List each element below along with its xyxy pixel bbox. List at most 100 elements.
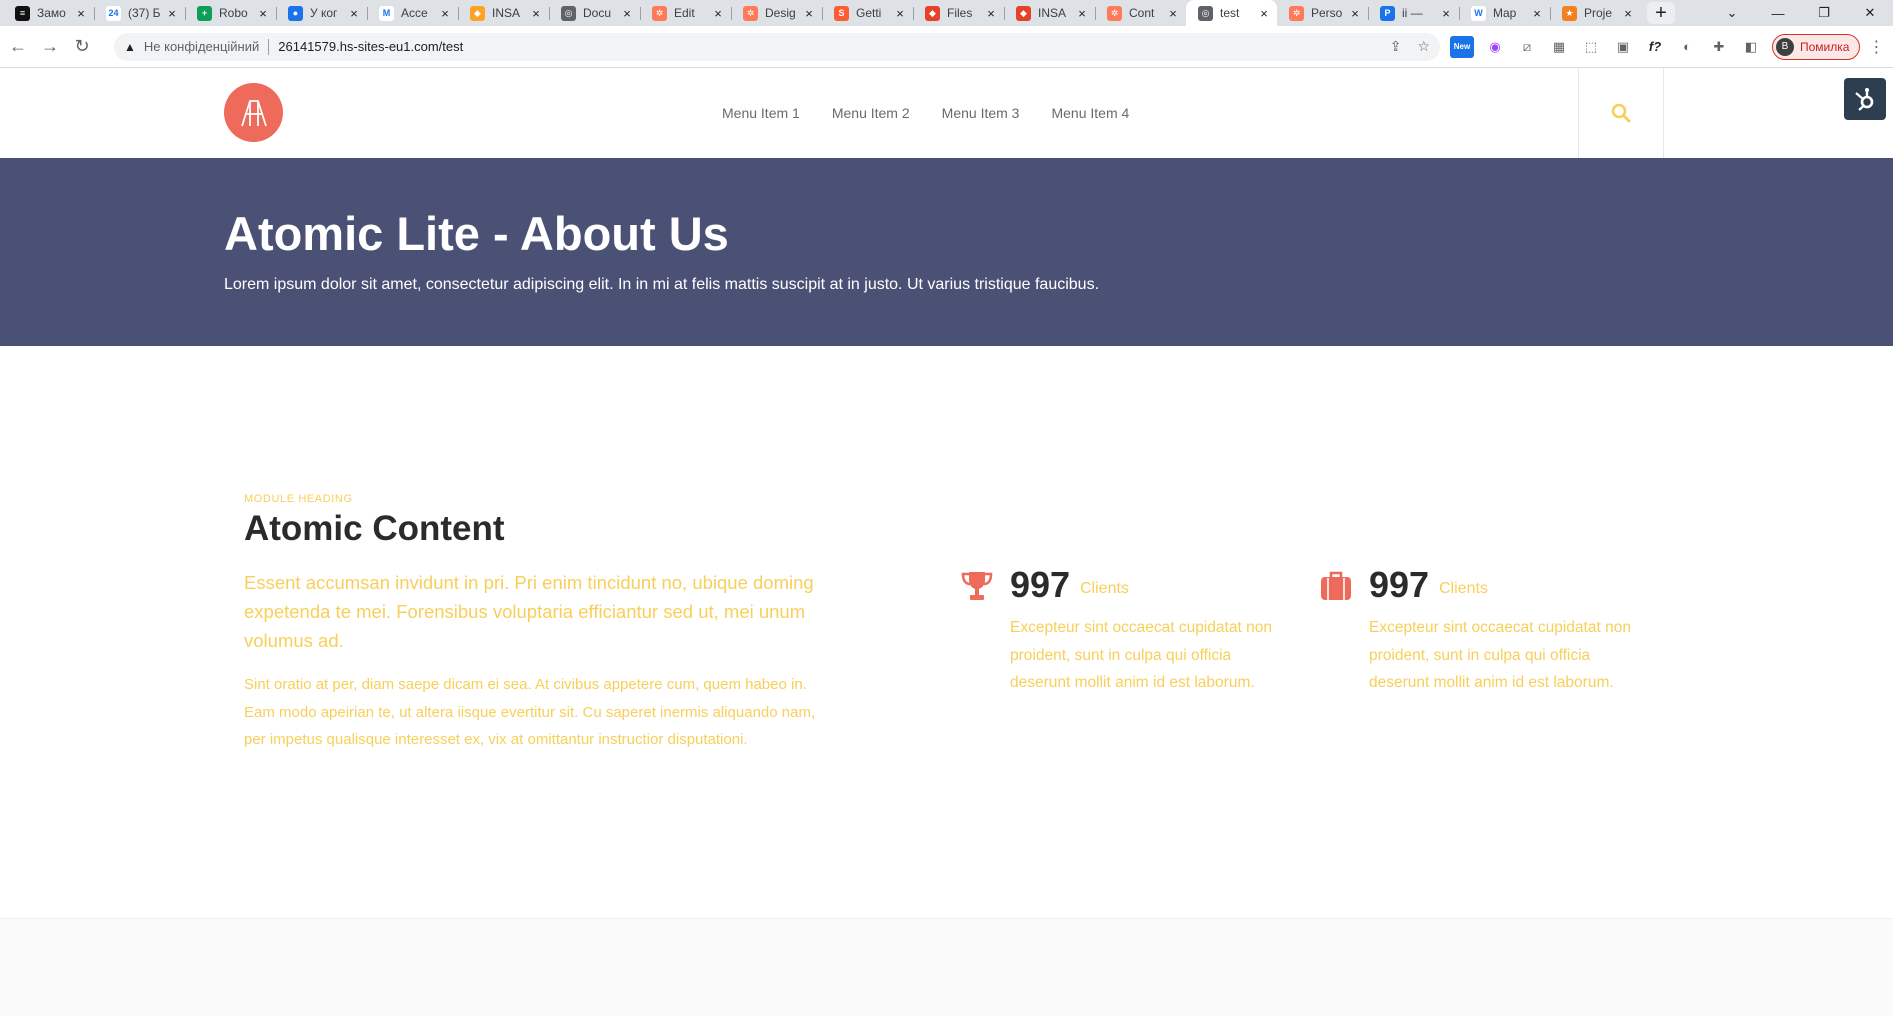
avatar: B	[1776, 37, 1794, 56]
tab-close-icon[interactable]: ×	[711, 6, 725, 21]
tab-strip: ≡ Замо × 24 (37) Б × + Robo × ● У ког × M Acce × ◆ INSA ×…	[0, 0, 1893, 26]
extension-code-icon[interactable]: ▣	[1612, 36, 1634, 58]
new-tab-button[interactable]: +	[1647, 2, 1675, 24]
section-heading: Atomic Content	[244, 509, 505, 548]
stat-unit: Clients	[1080, 580, 1129, 597]
browser-tab[interactable]: ◎ Docu ×	[549, 0, 640, 26]
menu-item-3[interactable]: Menu Item 3	[942, 105, 1020, 121]
tab-close-icon[interactable]: ×	[256, 6, 270, 21]
back-icon[interactable]: ←	[4, 33, 32, 61]
extension-new-icon[interactable]: New	[1450, 35, 1474, 58]
tab-favicon-icon: 24	[106, 5, 121, 21]
extensions-puzzle-icon[interactable]: ✚	[1708, 36, 1730, 58]
tab-close-icon[interactable]: ×	[802, 6, 816, 21]
browser-tab[interactable]: ✲ Cont ×	[1095, 0, 1186, 26]
reload-icon[interactable]: ↻	[68, 33, 96, 61]
stat-number: 997	[1369, 564, 1430, 605]
tab-close-icon[interactable]: ×	[893, 6, 907, 21]
tab-close-icon[interactable]: ×	[1530, 6, 1544, 21]
tab-title: Docu	[583, 6, 612, 20]
extension-ruler-icon[interactable]: ⧄	[1516, 36, 1538, 58]
browser-tab[interactable]: + Robo ×	[185, 0, 276, 26]
tab-favicon-icon: S	[834, 5, 849, 21]
tab-close-icon[interactable]: ×	[347, 6, 361, 21]
browser-tab[interactable]: ◆ INSA ×	[1004, 0, 1095, 26]
extension-grid-icon[interactable]: ▦	[1548, 36, 1570, 58]
browser-tab[interactable]: ≡ Замо ×	[3, 0, 94, 26]
profile-button[interactable]: B Помилка	[1772, 33, 1861, 60]
tab-title: Замо	[37, 6, 66, 20]
tab-close-icon[interactable]: ×	[1621, 6, 1635, 21]
tab-title: Cont	[1129, 6, 1155, 20]
extension-broadcast-icon[interactable]: ◉	[1484, 36, 1506, 58]
tab-close-icon[interactable]: ×	[438, 6, 452, 21]
browser-tab[interactable]: ◆ Files ×	[913, 0, 1004, 26]
tab-close-icon[interactable]: ×	[165, 6, 179, 21]
browser-tab[interactable]: ◎ test ×	[1186, 0, 1277, 26]
hero-subtitle: Lorem ipsum dolor sit amet, consectetur …	[224, 276, 1100, 293]
menu-item-2[interactable]: Menu Item 2	[832, 105, 910, 121]
tab-favicon-icon: ✲	[1107, 5, 1122, 21]
tab-favicon-icon: ✲	[652, 5, 667, 21]
browser-tab[interactable]: ✲ Desig ×	[731, 0, 822, 26]
minimize-button[interactable]: —	[1755, 6, 1801, 21]
browser-menu-icon[interactable]: ⋮	[1868, 37, 1884, 57]
tab-close-icon[interactable]: ×	[74, 6, 88, 21]
browser-tab[interactable]: ◆ INSA ×	[458, 0, 549, 26]
bookmark-star-icon[interactable]: ☆	[1417, 38, 1430, 55]
tab-close-icon[interactable]: ×	[1166, 6, 1180, 21]
tab-favicon-icon: ◆	[470, 5, 485, 21]
stat-number: 997	[1010, 564, 1071, 605]
site-logo[interactable]	[224, 83, 283, 142]
site-header: Menu Item 1 Menu Item 2 Menu Item 3 Menu…	[0, 68, 1893, 158]
browser-tab[interactable]: W Map ×	[1459, 0, 1550, 26]
browser-tab[interactable]: ● У ког ×	[276, 0, 367, 26]
browser-tab[interactable]: Pii — ×	[1368, 0, 1459, 26]
tab-favicon-icon: P	[1380, 5, 1395, 21]
tab-close-icon[interactable]: ×	[1257, 6, 1271, 21]
tab-close-icon[interactable]: ×	[984, 6, 998, 21]
browser-tab[interactable]: 24 (37) Б ×	[94, 0, 185, 26]
tab-favicon-icon: W	[1471, 5, 1486, 21]
extension-circle-icon[interactable]: ◐	[1676, 36, 1698, 58]
url-text[interactable]: 26141579.hs-sites-eu1.com/test	[278, 39, 463, 54]
tab-favicon-icon: ◎	[561, 5, 576, 21]
tab-favicon-icon: ◎	[1198, 5, 1213, 21]
stat-description: Excepteur sint occaecat cupidatat non pr…	[1369, 619, 1631, 691]
tab-close-icon[interactable]: ×	[529, 6, 543, 21]
restore-button[interactable]: ❐	[1801, 5, 1847, 21]
tab-close-icon[interactable]: ×	[1348, 6, 1362, 21]
tab-title: Getti	[856, 6, 882, 20]
tab-title: Map	[1493, 6, 1517, 20]
search-button[interactable]	[1578, 68, 1664, 158]
menu-item-1[interactable]: Menu Item 1	[722, 105, 800, 121]
security-label[interactable]: Не конфіденційний	[144, 39, 259, 54]
browser-tab[interactable]: ✲ Edit ×	[640, 0, 731, 26]
web-page: Menu Item 1 Menu Item 2 Menu Item 3 Menu…	[0, 68, 1893, 1016]
search-icon	[1611, 103, 1631, 123]
extension-screenshot-icon[interactable]: ⬚	[1580, 36, 1602, 58]
side-panel-icon[interactable]: ◧	[1740, 36, 1762, 58]
browser-tab[interactable]: ✲ Perso ×	[1277, 0, 1368, 26]
hubspot-sprocket-button[interactable]	[1844, 78, 1886, 120]
hubspot-sprocket-icon	[1855, 88, 1874, 111]
address-bar[interactable]: ▲ Не конфіденційний 26141579.hs-sites-eu…	[114, 32, 1440, 61]
tab-favicon-icon: ≡	[15, 5, 30, 21]
tab-favicon-icon: ●	[288, 5, 303, 21]
tab-title: INSA	[492, 6, 521, 20]
browser-tab[interactable]: M Acce ×	[367, 0, 458, 26]
extension-font-icon[interactable]: f?	[1644, 36, 1666, 58]
menu-item-4[interactable]: Menu Item 4	[1051, 105, 1129, 121]
tab-close-icon[interactable]: ×	[1439, 6, 1453, 21]
browser-tab[interactable]: S Getti ×	[822, 0, 913, 26]
tab-close-icon[interactable]: ×	[1075, 6, 1089, 21]
tab-title: Robo	[219, 6, 248, 20]
forward-icon[interactable]: →	[36, 33, 64, 61]
close-window-button[interactable]: ✕	[1847, 5, 1893, 21]
tab-search-button[interactable]: ⌄	[1709, 5, 1755, 21]
warning-icon[interactable]: ▲	[124, 40, 136, 54]
browser-tab[interactable]: ★ Proje ×	[1550, 0, 1641, 26]
stat-unit: Clients	[1439, 580, 1488, 597]
share-icon[interactable]: ⇪	[1390, 38, 1402, 55]
tab-close-icon[interactable]: ×	[620, 6, 634, 21]
